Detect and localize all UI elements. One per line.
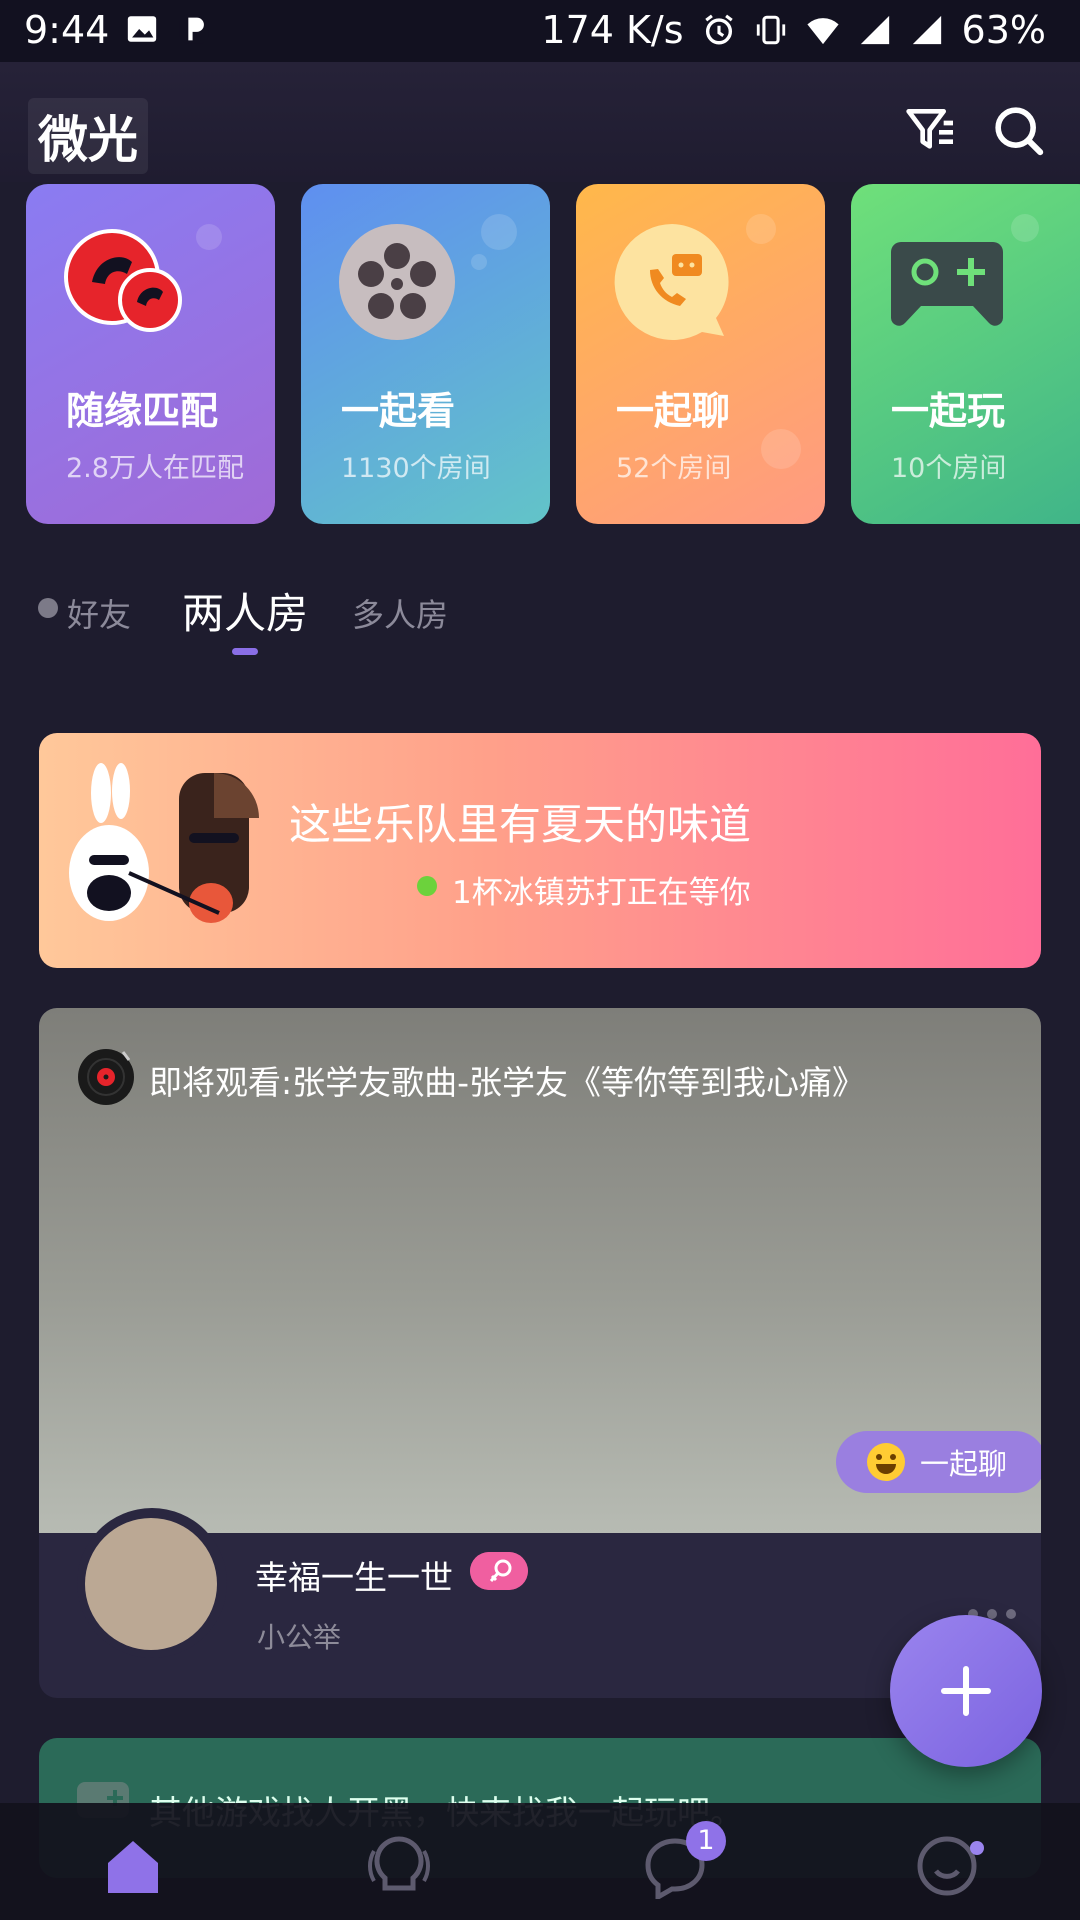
status-battery: 63% bbox=[961, 8, 1046, 52]
banner-subtitle: 1杯冰镇苏打正在等你 bbox=[452, 875, 751, 911]
status-net-speed: 174 K/s bbox=[541, 8, 684, 52]
plus-icon bbox=[941, 1666, 991, 1716]
gamepad-icon bbox=[891, 242, 1003, 326]
app-logo: 微光 bbox=[28, 98, 148, 174]
room-tabs: 好友 两人房 多人房 bbox=[0, 580, 1080, 660]
tab-two-person-room[interactable]: 两人房 bbox=[182, 580, 308, 641]
category-title: 一起看 bbox=[341, 389, 456, 433]
gender-female-icon bbox=[470, 1552, 528, 1590]
category-card-watch[interactable]: 一起看 1130个房间 bbox=[301, 184, 550, 524]
promo-banner[interactable]: 这些乐队里有夏天的味道 1杯冰镇苏打正在等你 bbox=[39, 733, 1041, 968]
match-avatar-icon bbox=[64, 229, 182, 332]
category-subtitle: 52个房间 bbox=[616, 453, 732, 484]
chat-phone-icon bbox=[614, 224, 729, 340]
home-icon[interactable] bbox=[100, 1833, 166, 1899]
chat-pill-label: 一起聊 bbox=[920, 1447, 1008, 1481]
p-icon bbox=[179, 14, 209, 44]
online-dot bbox=[417, 876, 437, 896]
category-title: 一起玩 bbox=[891, 389, 1006, 433]
now-watching-text: 即将观看:张学友歌曲-张学友《等你等到我心痛》 bbox=[149, 1063, 866, 1102]
category-subtitle: 2.8万人在匹配 bbox=[66, 453, 244, 484]
wifi-icon bbox=[806, 18, 839, 45]
category-title: 一起聊 bbox=[616, 389, 731, 433]
category-cards: 随缘匹配 2.8万人在匹配 一起看 1130个房间 一起聊 52个房间 一起玩 … bbox=[26, 184, 1080, 524]
category-card-match[interactable]: 随缘匹配 2.8万人在匹配 bbox=[26, 184, 275, 524]
category-subtitle: 1130个房间 bbox=[341, 453, 491, 484]
tab-friends[interactable]: 好友 bbox=[67, 590, 131, 636]
bottom-nav: 1 bbox=[0, 1803, 1080, 1920]
category-subtitle: 10个房间 bbox=[891, 453, 1007, 484]
signal-icon bbox=[912, 15, 941, 45]
room-card[interactable]: 即将观看:张学友歌曲-张学友《等你等到我心痛》 一起聊 幸福一生一世 小公举 bbox=[39, 1008, 1041, 1698]
chat-together-button[interactable]: 一起聊 bbox=[836, 1431, 1041, 1493]
category-title: 随缘匹配 bbox=[66, 389, 219, 433]
vibrate-icon bbox=[756, 15, 785, 45]
category-card-chat[interactable]: 一起聊 52个房间 bbox=[576, 184, 825, 524]
status-time: 9:44 bbox=[24, 8, 110, 52]
header: 微光 bbox=[0, 62, 1080, 182]
avatar[interactable] bbox=[85, 1518, 217, 1650]
banner-title: 这些乐队里有夏天的味道 bbox=[289, 800, 752, 849]
filter-icon[interactable] bbox=[904, 102, 960, 158]
search-icon[interactable] bbox=[990, 102, 1046, 158]
friends-online-dot bbox=[38, 598, 58, 618]
smile-emoji-icon bbox=[867, 1443, 905, 1481]
user-name: 幸福一生一世 bbox=[255, 1558, 453, 1597]
profile-notification-dot bbox=[970, 1841, 984, 1855]
bulb-icon[interactable] bbox=[366, 1833, 432, 1899]
signal-icon bbox=[860, 15, 889, 45]
tab-multi-person-room[interactable]: 多人房 bbox=[352, 590, 448, 636]
image-icon bbox=[127, 16, 157, 42]
message-count-badge: 1 bbox=[686, 1821, 726, 1861]
film-reel-icon bbox=[339, 224, 455, 340]
alarm-icon bbox=[704, 14, 733, 45]
status-bar: 9:44 174 K/s 63% bbox=[0, 0, 1080, 62]
band-illustration bbox=[69, 763, 259, 923]
create-room-button[interactable] bbox=[890, 1615, 1042, 1767]
tab-indicator bbox=[232, 648, 258, 655]
user-subtitle: 小公举 bbox=[257, 1621, 342, 1654]
profile-icon[interactable] bbox=[914, 1833, 980, 1899]
vinyl-record-icon bbox=[78, 1049, 134, 1105]
category-card-play[interactable]: 一起玩 10个房间 bbox=[851, 184, 1080, 524]
